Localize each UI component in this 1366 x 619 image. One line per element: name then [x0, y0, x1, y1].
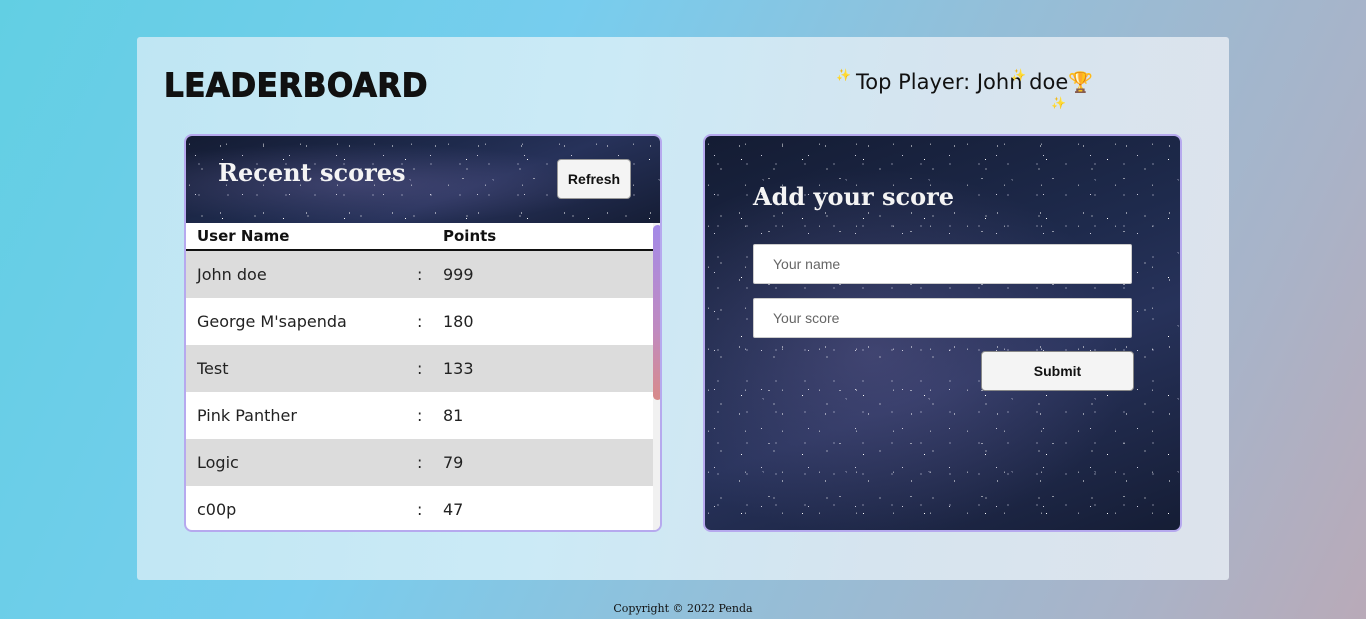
add-score-title: Add your score [753, 182, 954, 211]
row-user-name: George M'sapenda [197, 312, 347, 331]
column-header-user-name: User Name [197, 227, 290, 245]
top-player-banner: ✨ ✨ ✨ Top Player: John doe🏆 [836, 68, 1094, 110]
row-separator: : [417, 265, 423, 284]
sparkle-icon: ✨ [836, 68, 851, 82]
row-points: 81 [443, 406, 464, 425]
sparkle-icon: ✨ [1011, 68, 1026, 82]
row-user-name: John doe [197, 265, 267, 284]
row-points: 180 [443, 312, 474, 331]
table-row: Test : 133 [186, 345, 653, 392]
table-row: Pink Panther : 81 [186, 392, 653, 439]
trophy-icon: 🏆 [1068, 70, 1094, 94]
submit-button[interactable]: Submit [981, 351, 1134, 391]
recent-scores-title: Recent scores [218, 158, 406, 187]
table-header: User Name Points [186, 223, 653, 251]
sparkle-icon: ✨ [1051, 96, 1066, 110]
row-user-name: Test [197, 359, 229, 378]
row-separator: : [417, 500, 423, 519]
row-user-name: Logic [197, 453, 239, 472]
row-points: 999 [443, 265, 474, 284]
row-points: 47 [443, 500, 464, 519]
table-row: George M'sapenda : 180 [186, 298, 653, 345]
footer-copyright: Copyright © 2022 Penda [613, 602, 753, 615]
row-points: 79 [443, 453, 464, 472]
row-separator: : [417, 453, 423, 472]
table-row: Logic : 79 [186, 439, 653, 486]
scores-scrollbar[interactable] [653, 223, 660, 530]
row-separator: : [417, 312, 423, 331]
table-row: c00p : 47 [186, 486, 653, 530]
refresh-button[interactable]: Refresh [557, 159, 631, 199]
recent-scores-card: Recent scores Refresh User Name Points J… [184, 134, 662, 532]
row-user-name: Pink Panther [197, 406, 297, 425]
row-points: 133 [443, 359, 474, 378]
add-score-card: Add your score Submit [703, 134, 1182, 532]
app-logo: LEADERBOARD [164, 67, 428, 106]
recent-scores-header: Recent scores Refresh [186, 136, 660, 223]
row-user-name: c00p [197, 500, 237, 519]
scores-table: User Name Points John doe : 999 George M… [186, 223, 653, 530]
top-player-text: Top Player: John doe [856, 70, 1069, 94]
name-input[interactable] [753, 244, 1132, 284]
row-separator: : [417, 406, 423, 425]
score-input[interactable] [753, 298, 1132, 338]
table-row: John doe : 999 [186, 251, 653, 298]
row-separator: : [417, 359, 423, 378]
scrollbar-thumb[interactable] [653, 225, 660, 400]
column-header-points: Points [443, 227, 497, 245]
